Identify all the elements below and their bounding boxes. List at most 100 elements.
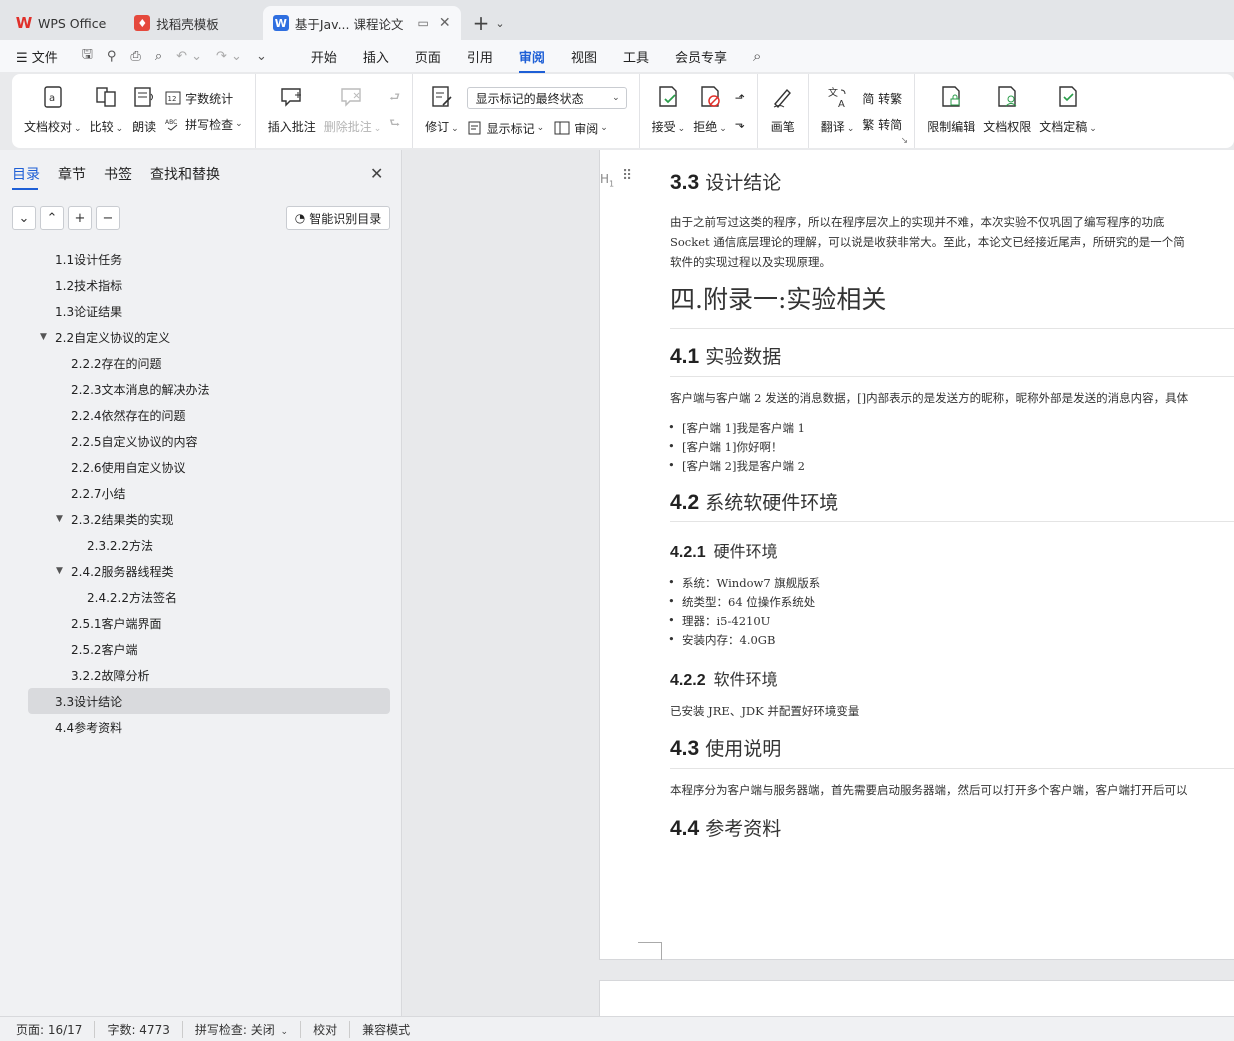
spell-check-status-label: 拼写检查: 关闭 [194, 1022, 275, 1037]
tab-window-icon[interactable]: ▭ [417, 16, 428, 30]
print-preview-icon[interactable]: ⌕ [155, 49, 162, 64]
toc-item[interactable]: ▼ 2.3.2结果类的实现 [28, 506, 390, 532]
expand-down-button[interactable]: ⌄ [12, 206, 36, 230]
spell-check-indicator[interactable]: 拼写检查: 关闭 ⌄ [181, 1020, 288, 1038]
menu-home[interactable]: 开始 [311, 47, 337, 66]
previous-comment-icon[interactable]: ⮐ [389, 85, 400, 111]
track-changes-icon [432, 86, 452, 107]
pen-button[interactable]: 画笔 [770, 74, 796, 148]
toc-item[interactable]: 2.2.7小结 [28, 480, 390, 506]
collapse-triangle-icon[interactable]: ▼ [56, 566, 63, 576]
document-page[interactable]: H1 ⠿ 3.3 设计结论 由于之前写过这类的程序，所以在程序层次上的实现并不难，… [599, 150, 1234, 960]
toc-item[interactable]: 4.4参考资料 [28, 714, 390, 740]
previous-change-icon[interactable]: ⬏ [735, 85, 745, 111]
to-traditional-button[interactable]: 简 转繁 [862, 85, 902, 111]
collapse-triangle-icon[interactable]: ▼ [56, 514, 63, 524]
compare-button[interactable]: 比较 ⌄ [90, 74, 123, 148]
remove-heading-button[interactable]: − [96, 206, 120, 230]
tab-docer-templates[interactable]: ♦ 找稻壳模板 [124, 6, 259, 40]
menu-member[interactable]: 会员专享 [675, 47, 727, 66]
toc-item-label: 1.2技术指标 [55, 278, 123, 293]
collapse-up-button[interactable]: ⌃ [40, 206, 64, 230]
next-change-icon[interactable]: ⬎ [735, 111, 745, 137]
toc-item[interactable]: 2.2.3文本消息的解决办法 [28, 376, 390, 402]
toc-item[interactable]: 2.4.2.2方法签名 [28, 584, 390, 610]
reject-button[interactable]: 拒绝 ⌄ [693, 74, 727, 148]
proofread-indicator[interactable]: 校对 [300, 1020, 337, 1038]
toc-item[interactable]: 2.5.2客户端 [28, 636, 390, 662]
toc-item[interactable]: 2.2.2存在的问题 [28, 350, 390, 376]
new-tab-button[interactable]: + ⌄ [465, 6, 513, 40]
read-aloud-button[interactable]: 朗读 [131, 74, 157, 148]
menu-view[interactable]: 视图 [571, 47, 597, 66]
toc-item[interactable]: 2.2.4依然存在的问题 [28, 402, 390, 428]
tab-chapters[interactable]: 章节 [58, 164, 86, 190]
toc-item[interactable]: 3.2.2故障分析 [28, 662, 390, 688]
doc-rights-button[interactable]: 文档权限 [983, 74, 1031, 148]
markup-state-select[interactable]: 显示标记的最终状态 ⌄ [466, 87, 627, 109]
toc-item[interactable]: 2.2.5自定义协议的内容 [28, 428, 390, 454]
menu-insert[interactable]: 插入 [363, 47, 389, 66]
toc-item[interactable]: 2.5.1客户端界面 [28, 610, 390, 636]
toc-item[interactable]: 2.2.6使用自定义协议 [28, 454, 390, 480]
menu-page[interactable]: 页面 [415, 47, 441, 66]
add-heading-button[interactable]: + [68, 206, 92, 230]
toc-item[interactable]: ▼ 2.2自定义协议的定义 [28, 324, 390, 350]
spell-check-button[interactable]: ABC 拼写检查 ⌄ [165, 111, 243, 137]
menu-tools[interactable]: 工具 [623, 47, 649, 66]
word-count-button[interactable]: 12 字数统计 [165, 85, 243, 111]
more-chevron-icon[interactable]: ⌄ [256, 49, 267, 64]
close-pane-icon[interactable]: ✕ [370, 164, 383, 183]
drag-handle-icon[interactable]: ⠿ [622, 168, 632, 184]
save-icon[interactable]: 🖫 [82, 45, 93, 67]
link-icon[interactable]: ⚲ [107, 49, 117, 64]
tab-find-replace[interactable]: 查找和替换 [150, 164, 220, 190]
to-simplified-button[interactable]: 繁 转简 [862, 111, 902, 137]
doc-rights-label: 文档权限 [983, 120, 1032, 134]
page-indicator[interactable]: 页面: 16/17 [16, 1021, 82, 1038]
undo-icon[interactable]: ↶ ⌄ [176, 49, 202, 64]
proofread-button[interactable]: a 文档校对 ⌄ [24, 74, 82, 148]
toc-item-selected[interactable]: 3.3设计结论 [28, 688, 390, 714]
delete-comment-button[interactable]: 删除批注 ⌄ [324, 74, 381, 148]
word-count-indicator[interactable]: 字数: 4773 [94, 1020, 170, 1038]
search-icon[interactable]: ⌕ [753, 47, 761, 65]
translate-button[interactable]: 文A 翻译 ⌄ [821, 74, 855, 148]
smart-toc-button[interactable]: ◔ 智能识别目录 [286, 206, 390, 230]
next-comment-icon[interactable]: ⮑ [389, 111, 400, 137]
chevron-down-icon[interactable]: ⌄ [495, 17, 504, 30]
menu-review[interactable]: 审阅 [518, 47, 545, 73]
collapse-triangle-icon[interactable]: ▼ [40, 332, 47, 342]
paragraph: 本程序分为客户端与服务器端，首先需要启动服务器端，然后可以打开多个客户端，客户端… [670, 783, 1188, 797]
restrict-edit-button[interactable]: 限制编辑 [927, 74, 975, 148]
dialog-launcher-icon[interactable]: ↘ [901, 136, 909, 146]
toc-item[interactable]: 1.3论证结果 [28, 298, 390, 324]
tab-current-document[interactable]: W 基于Jav... 课程论文 ▭ ✕ [262, 6, 461, 40]
show-markup-button[interactable]: 显示标记 ⌄ [467, 115, 544, 141]
toc-item[interactable]: 1.2技术指标 [28, 272, 390, 298]
tab-bookmarks[interactable]: 书签 [104, 164, 132, 190]
translate-label: 翻译 [820, 120, 845, 134]
print-icon[interactable]: ⎙ [130, 49, 140, 64]
insert-comment-button[interactable]: 插入批注 [268, 74, 316, 148]
toc-item[interactable]: 1.1设计任务 [28, 246, 390, 272]
tab-toc[interactable]: 目录 [12, 164, 40, 190]
heading-4-2-1: 4.2.1 硬件环境 [670, 542, 778, 561]
spell-check-label: 拼写检查 [185, 117, 234, 132]
toc-item[interactable]: ▼ 2.4.2服务器线程类 [28, 558, 390, 584]
toc-item[interactable]: 2.3.2.2方法 [28, 532, 390, 558]
accept-button[interactable]: 接受 ⌄ [652, 74, 685, 148]
review-pane-button[interactable]: 审阅 ⌄ [554, 115, 608, 141]
finalize-button[interactable]: 文档定稿 ⌄ [1039, 74, 1097, 148]
redo-icon[interactable]: ↷ ⌄ [216, 49, 242, 64]
menu-reference[interactable]: 引用 [467, 47, 493, 66]
file-menu[interactable]: ☰ 文件 [16, 47, 58, 66]
change-nav-column: ⬏ ⬎ [731, 74, 749, 148]
doc-rights-icon [998, 86, 1017, 107]
next-page[interactable] [599, 980, 1234, 1016]
svg-text:a: a [49, 93, 55, 104]
tab-bar: W WPS Office ♦ 找稻壳模板 W 基于Jav... 课程论文 ▭ ✕… [0, 0, 1234, 40]
close-icon[interactable]: ✕ [439, 15, 451, 31]
revise-button[interactable]: 修订 ⌄ [425, 74, 459, 148]
tab-wps-office[interactable]: W WPS Office [6, 6, 116, 40]
